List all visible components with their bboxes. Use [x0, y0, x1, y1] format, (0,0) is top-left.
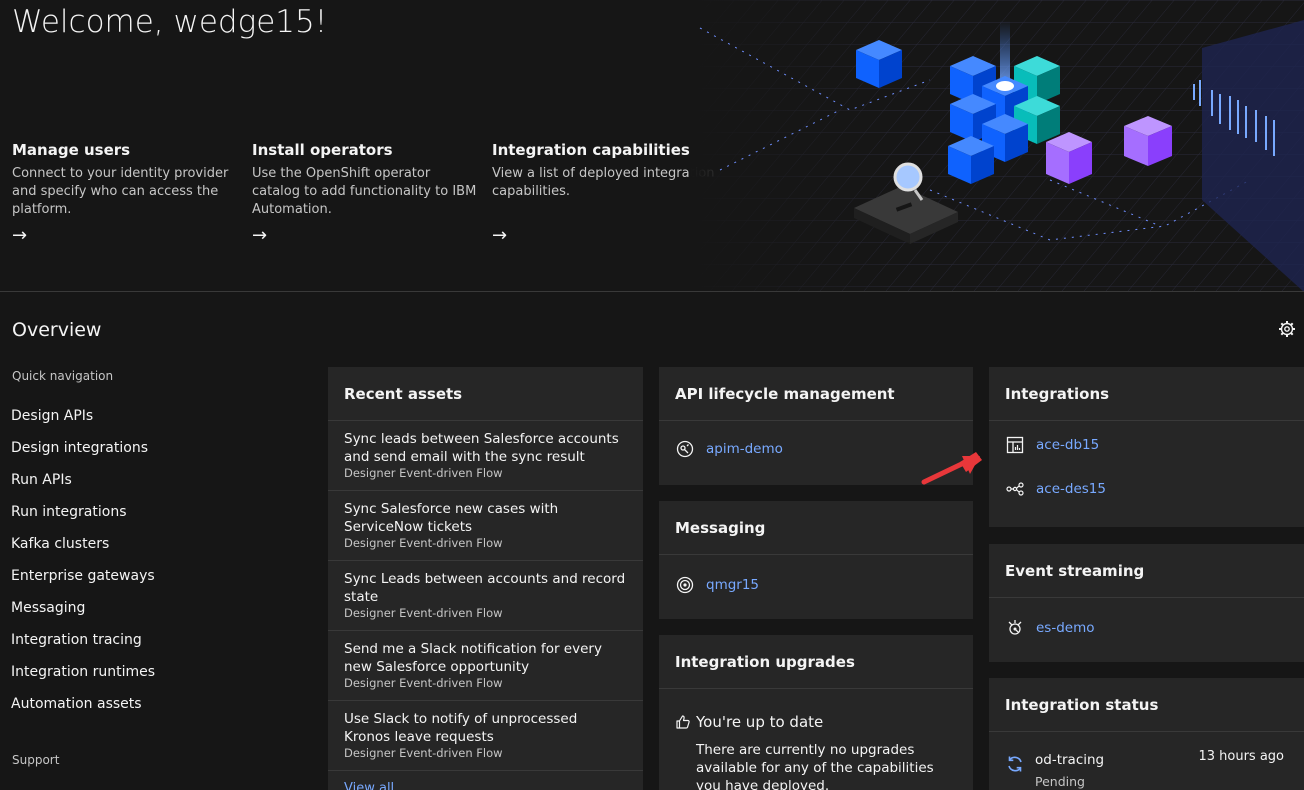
tile-title: Install operators — [252, 141, 393, 159]
status-name[interactable]: od-tracing — [1035, 752, 1104, 768]
instance-link-qmgr15[interactable]: qmgr15 — [659, 563, 973, 607]
asset-title: Sync leads between Salesforce accounts a… — [344, 431, 619, 465]
welcome-title: Welcome, wedge15! — [12, 4, 328, 40]
overview-title: Overview — [12, 319, 102, 341]
nav-integration-tracing[interactable]: Integration tracing — [11, 630, 155, 662]
tile-title: Integration capabilities — [492, 141, 690, 159]
card-title: Recent assets — [328, 367, 643, 421]
nav-design-integrations[interactable]: Design integrations — [11, 438, 155, 470]
asset-type: Designer Event-driven Flow — [344, 466, 503, 480]
upgrade-status: You're up to date — [675, 713, 823, 731]
instance-label[interactable]: ace-des15 — [1036, 481, 1106, 497]
instance-link-ace-des15[interactable]: ace-des15 — [989, 467, 1304, 511]
tile-description: View a list of deployed integration capa… — [492, 166, 715, 199]
card-title: Messaging — [659, 501, 973, 555]
nav-integration-runtimes[interactable]: Integration runtimes — [11, 662, 155, 694]
nav-design-apis[interactable]: Design APIs — [11, 406, 155, 438]
thumbs-up-icon — [676, 715, 690, 729]
nav-automation-assets[interactable]: Automation assets — [11, 694, 155, 726]
support-heading: Support — [12, 753, 60, 767]
event-streams-icon — [1005, 618, 1025, 638]
list-item[interactable]: Send me a Slack notification for every n… — [328, 631, 643, 701]
status-timestamp: 13 hours ago — [1198, 749, 1284, 764]
asset-title: Use Slack to notify of unprocessed Krono… — [344, 711, 578, 745]
instance-link-ace-db15[interactable]: ace-db15 — [989, 423, 1304, 467]
sync-icon — [1008, 756, 1022, 772]
list-item[interactable]: Use Slack to notify of unprocessed Krono… — [328, 701, 643, 771]
asset-title: Sync Salesforce new cases with ServiceNo… — [344, 501, 559, 535]
card-title: Event streaming — [989, 544, 1304, 598]
tile-integration-capabilities[interactable]: Integration capabilities View a list of … — [492, 141, 717, 246]
status-state: Pending — [1035, 774, 1085, 789]
tile-title: Manage users — [12, 141, 131, 159]
nav-kafka-clusters[interactable]: Kafka clusters — [11, 534, 155, 566]
asset-title: Sync Leads between accounts and record s… — [344, 571, 626, 605]
status-row[interactable]: od-tracing Pending 13 hours ago — [1005, 746, 1288, 790]
integration-upgrades-card: Integration upgrades You're up to date T… — [659, 635, 973, 790]
tile-description: Connect to your identity provider and sp… — [12, 166, 229, 217]
card-title: Integration status — [989, 678, 1304, 732]
instance-label[interactable]: qmgr15 — [706, 577, 759, 593]
annotation-arrow — [921, 452, 982, 485]
upgrade-status-text: You're up to date — [696, 713, 824, 731]
nav-run-integrations[interactable]: Run integrations — [11, 502, 155, 534]
nav-messaging[interactable]: Messaging — [11, 598, 155, 630]
nav-run-apis[interactable]: Run APIs — [11, 470, 155, 502]
instance-link-es-demo[interactable]: es-demo — [989, 606, 1304, 650]
hero-illustration — [690, 0, 1304, 291]
arrow-right-icon[interactable]: → — [492, 225, 507, 246]
quick-navigation-heading: Quick navigation — [12, 369, 114, 383]
event-streaming-card: Event streaming es-demo — [989, 544, 1304, 662]
nav-enterprise-gateways[interactable]: Enterprise gateways — [11, 566, 155, 598]
tile-install-operators[interactable]: Install operators Use the OpenShift oper… — [252, 141, 477, 246]
api-connect-icon — [675, 439, 695, 459]
asset-type: Designer Event-driven Flow — [344, 676, 503, 690]
upgrade-description: There are currently no upgrades availabl… — [696, 742, 934, 790]
list-item[interactable]: Sync Leads between accounts and record s… — [328, 561, 643, 631]
asset-title: Send me a Slack notification for every n… — [344, 641, 602, 675]
asset-type: Designer Event-driven Flow — [344, 536, 503, 550]
card-title: Integration upgrades — [659, 635, 973, 689]
asset-type: Designer Event-driven Flow — [344, 606, 503, 620]
welcome-banner: Welcome, wedge15! Manage users Connect t… — [0, 0, 1304, 292]
instance-label[interactable]: apim-demo — [706, 441, 783, 457]
view-all-link[interactable]: View all — [328, 771, 643, 790]
integrations-card: Integrations ace-db15 ace-des15 — [989, 367, 1304, 527]
arrow-right-icon[interactable]: → — [252, 225, 267, 246]
integration-status-card: Integration status od-tracing Pending 13… — [989, 678, 1304, 790]
arrow-right-icon[interactable]: → — [12, 225, 27, 246]
flow-designer-icon — [1005, 479, 1025, 499]
card-title: Integrations — [989, 367, 1304, 421]
tile-description: Use the OpenShift operator catalog to ad… — [252, 166, 477, 217]
queue-manager-icon — [675, 575, 695, 595]
list-item[interactable]: Sync Salesforce new cases with ServiceNo… — [328, 491, 643, 561]
card-title: API lifecycle management — [659, 367, 973, 421]
gear-icon[interactable] — [1278, 320, 1296, 338]
tile-manage-users[interactable]: Manage users Connect to your identity pr… — [12, 141, 237, 246]
instance-label[interactable]: ace-db15 — [1036, 437, 1099, 453]
messaging-card: Messaging qmgr15 — [659, 501, 973, 619]
quick-navigation: Design APIs Design integrations Run APIs… — [11, 406, 155, 726]
dashboard-icon — [1005, 435, 1025, 455]
instance-label[interactable]: es-demo — [1036, 620, 1095, 636]
asset-type: Designer Event-driven Flow — [344, 746, 503, 760]
recent-assets-card: Recent assets Sync leads between Salesfo… — [328, 367, 643, 790]
list-item[interactable]: Sync leads between Salesforce accounts a… — [328, 421, 643, 491]
